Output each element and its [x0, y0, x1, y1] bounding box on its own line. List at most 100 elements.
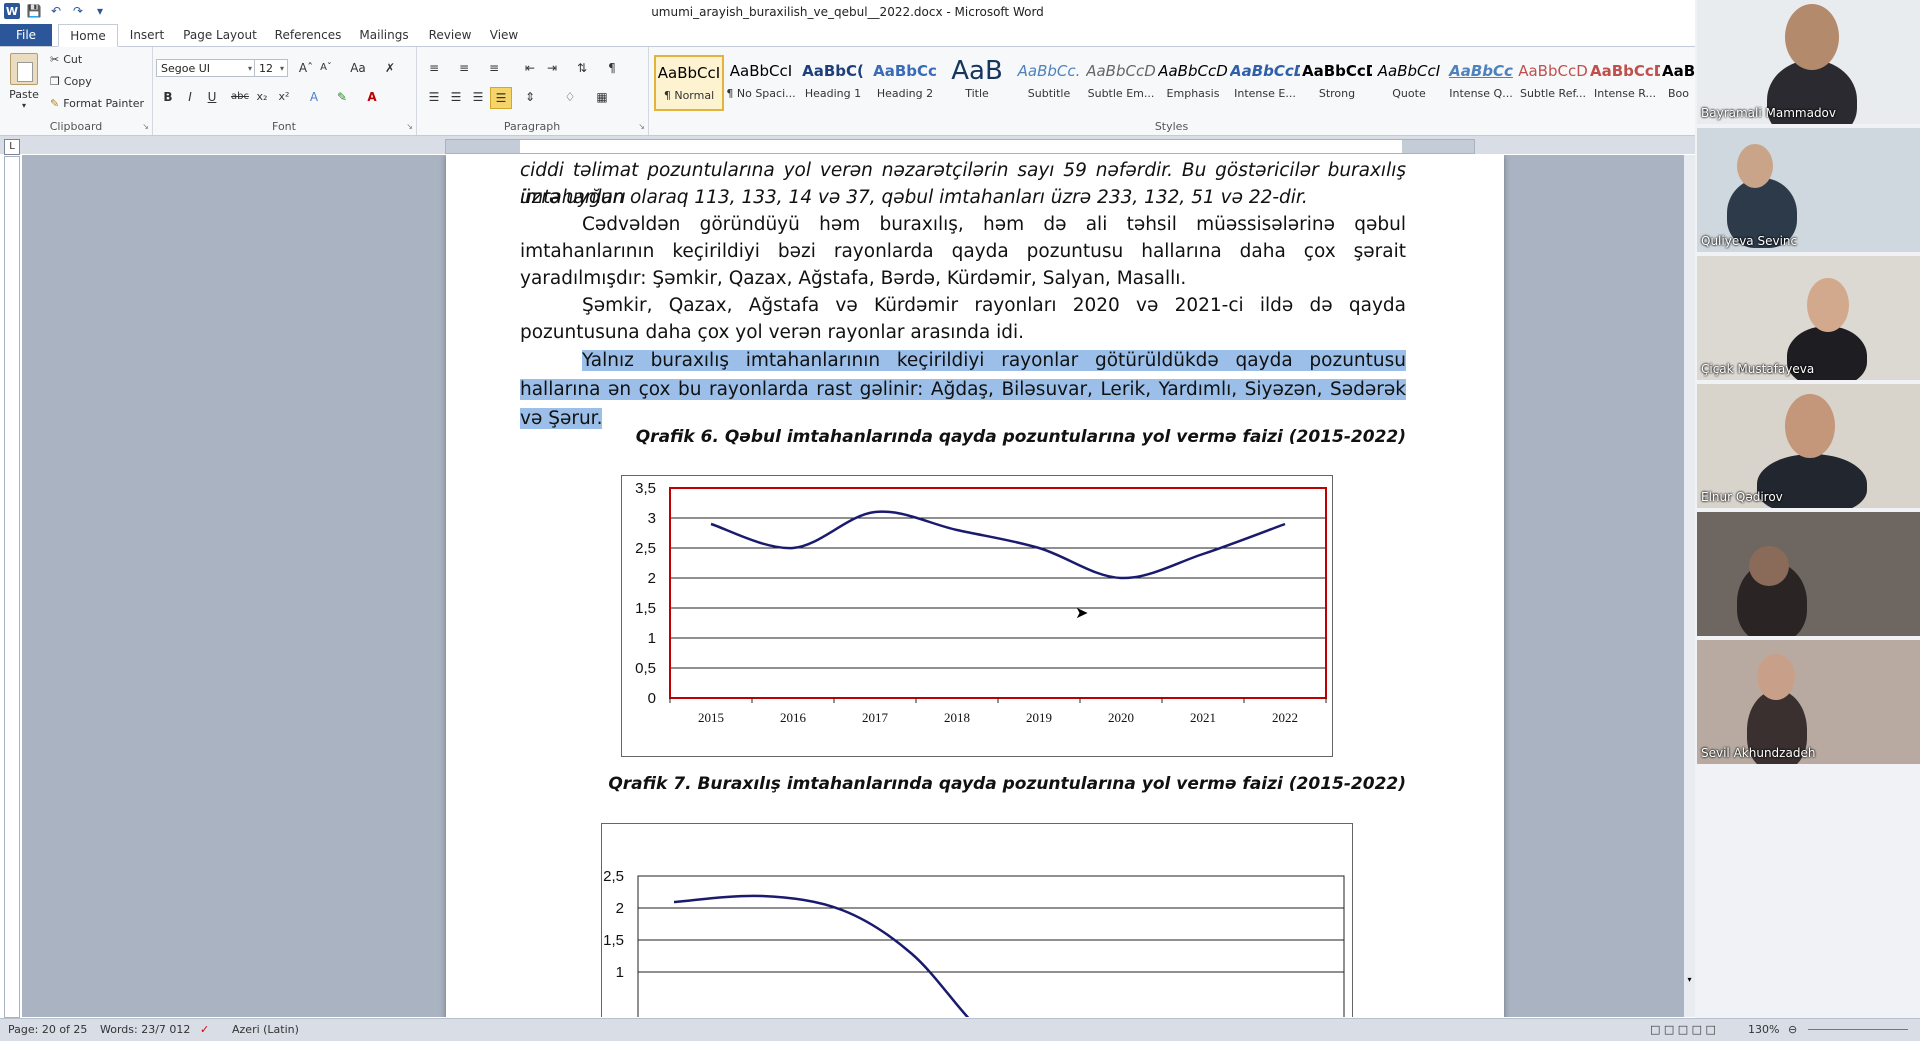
tab-review[interactable]: Review	[424, 24, 476, 46]
increase-indent-icon[interactable]: ⇥	[542, 58, 562, 78]
style-heading-1[interactable]: AaBbC(Heading 1	[798, 55, 868, 111]
multilevel-list-icon[interactable]: ≡	[484, 58, 504, 78]
dialog-launcher-icon[interactable]: ↘	[638, 122, 645, 131]
style-sample: AaBbC(	[798, 55, 868, 87]
show-formatting-icon[interactable]: ¶	[602, 58, 622, 78]
underline-icon[interactable]: U	[202, 87, 222, 107]
style-subtitle[interactable]: AaBbCc.Subtitle	[1014, 55, 1084, 111]
style-sample: AaBbCc	[1446, 55, 1516, 87]
align-left-icon[interactable]: ☰	[424, 87, 444, 107]
vertical-ruler[interactable]	[4, 156, 20, 1018]
language-indicator[interactable]: Azeri (Latin)	[232, 1023, 299, 1036]
style-subtle-emphasis[interactable]: AaBbCcDSubtle Em...	[1086, 55, 1156, 111]
participant-tile[interactable]: Elnur Qədirov	[1697, 384, 1920, 508]
shrink-font-icon[interactable]: Aˇ	[316, 58, 336, 78]
style-intense-quote[interactable]: AaBbCcIntense Q...	[1446, 55, 1516, 111]
clear-formatting-icon[interactable]: ✗	[380, 58, 400, 78]
paragraph-selected[interactable]: Yalnız buraxılış imtahanlarının keçirild…	[520, 346, 1406, 433]
text-effects-icon[interactable]: A	[304, 87, 324, 107]
style-intense-reference[interactable]: AaBbCcDIntense R...	[1590, 55, 1660, 111]
numbering-icon[interactable]: ≡	[454, 58, 474, 78]
format-painter-button[interactable]: ✎Format Painter	[50, 97, 144, 110]
italic-icon[interactable]: I	[180, 87, 200, 107]
document-page[interactable]: ciddi təlimat pozuntularına yol verən nə…	[446, 155, 1504, 1017]
borders-icon[interactable]: ▦	[592, 87, 612, 107]
sort-icon[interactable]: ⇅	[572, 58, 592, 78]
selected-text[interactable]: Yalnız buraxılış imtahanlarının keçirild…	[520, 350, 1406, 429]
chevron-down-icon: ▾	[280, 60, 284, 78]
zoom-out-icon[interactable]: ⊖	[1788, 1023, 1797, 1036]
style-normal[interactable]: AaBbCcI¶ Normal	[654, 55, 724, 111]
style-title[interactable]: AaBTitle	[942, 55, 1012, 111]
bold-icon[interactable]: B	[158, 87, 178, 107]
change-case-icon[interactable]: Aa	[348, 58, 368, 78]
zoom-level[interactable]: 130%	[1748, 1023, 1779, 1036]
bullets-icon[interactable]: ≡	[424, 58, 444, 78]
tab-mailings[interactable]: Mailings	[352, 24, 416, 46]
tab-references[interactable]: References	[268, 24, 348, 46]
shading-icon[interactable]: ♢	[560, 87, 580, 107]
cut-button[interactable]: ✂Cut	[50, 53, 82, 66]
decrease-indent-icon[interactable]: ⇤	[520, 58, 540, 78]
copy-button[interactable]: ❐Copy	[50, 75, 92, 88]
style-book-title[interactable]: AaBBoo	[1662, 55, 1695, 111]
paste-icon	[10, 53, 38, 85]
scroll-down-icon[interactable]: ▾	[1684, 975, 1695, 985]
paragraph[interactable]: Cədvəldən göründüyü həm buraxılış, həm d…	[520, 211, 1406, 292]
proofing-icon[interactable]: ✓	[200, 1023, 209, 1036]
line-spacing-icon[interactable]: ⇕	[520, 87, 540, 107]
tab-insert[interactable]: Insert	[122, 24, 172, 46]
participant-tile[interactable]: Bayramali Mammadov	[1697, 0, 1920, 124]
superscript-icon[interactable]: x²	[274, 87, 294, 107]
style-name: Intense Q...	[1446, 87, 1516, 100]
font-name-select[interactable]: Segoe UI▾	[156, 59, 256, 77]
style-no-spacing[interactable]: AaBbCcI¶ No Spaci...	[726, 55, 796, 111]
subscript-icon[interactable]: x₂	[252, 87, 272, 107]
style-sample: AaBbCcI	[726, 55, 796, 87]
paragraph[interactable]: Şəmkir, Qazax, Ağstafa və Kürdəmir rayon…	[520, 292, 1406, 346]
vertical-scrollbar[interactable]: ▾	[1684, 155, 1695, 1017]
style-intense-emphasis[interactable]: AaBbCcDIntense E...	[1230, 55, 1300, 111]
tab-view[interactable]: View	[482, 24, 526, 46]
font-color-icon[interactable]: A	[362, 87, 382, 107]
tab-home[interactable]: Home	[58, 24, 118, 47]
chart-6-y-tick-label: 0	[648, 690, 656, 707]
dialog-launcher-icon[interactable]: ↘	[406, 122, 413, 131]
document-canvas[interactable]: ciddi təlimat pozuntularına yol verən nə…	[22, 155, 1695, 1017]
style-sample: AaB	[942, 55, 1012, 87]
page-count[interactable]: Page: 20 of 25	[8, 1023, 87, 1036]
chart-7[interactable]: 2,521,51	[601, 823, 1353, 1017]
tab-page-layout[interactable]: Page Layout	[180, 24, 260, 46]
participant-tile[interactable]: Sevil Akhundzadeh	[1697, 640, 1920, 764]
highlight-icon[interactable]: ✎	[332, 87, 352, 107]
style-subtle-reference[interactable]: AaBbCcDSubtle Ref...	[1518, 55, 1588, 111]
view-buttons[interactable]: □ □ □ □ □	[1650, 1023, 1716, 1036]
word-count[interactable]: Words: 23/7 012	[100, 1023, 190, 1036]
chart-7-series-line	[674, 896, 1022, 1017]
participant-tile[interactable]: Çiçak Mustafayeva	[1697, 256, 1920, 380]
chart-6[interactable]: 00,511,522,533,5201520162017201820192020…	[621, 475, 1333, 757]
participant-tile[interactable]: Quliyeva Sevinc	[1697, 128, 1920, 252]
align-right-icon[interactable]: ☰	[468, 87, 488, 107]
align-center-icon[interactable]: ☰	[446, 87, 466, 107]
style-name: Subtle Em...	[1086, 87, 1156, 100]
grow-font-icon[interactable]: Aˆ	[296, 58, 316, 78]
ruler-left-margin	[446, 140, 520, 153]
participant-tile[interactable]	[1697, 512, 1920, 636]
style-strong[interactable]: AaBbCcDStrong	[1302, 55, 1372, 111]
style-emphasis[interactable]: AaBbCcDEmphasis	[1158, 55, 1228, 111]
strikethrough-icon[interactable]: abc	[230, 87, 250, 107]
zoom-slider[interactable]	[1808, 1029, 1908, 1030]
video-participants-panel: Bayramali Mammadov Quliyeva Sevinc Çiçak…	[1695, 0, 1920, 1018]
text-line[interactable]: üzrə uyğun olaraq 113, 133, 14 və 37, qə…	[520, 184, 1406, 211]
paste-button[interactable]: Paste ▾	[6, 53, 42, 110]
style-quote[interactable]: AaBbCcIQuote	[1374, 55, 1444, 111]
participant-head	[1737, 144, 1773, 188]
style-heading-2[interactable]: AaBbCcHeading 2	[870, 55, 940, 111]
dialog-launcher-icon[interactable]: ↘	[142, 122, 149, 131]
justify-icon[interactable]: ☰	[490, 87, 512, 109]
tab-file[interactable]: File	[0, 24, 52, 46]
tab-selector-icon[interactable]: L	[4, 139, 20, 155]
horizontal-ruler[interactable]	[445, 139, 1475, 154]
font-size-select[interactable]: 12▾	[254, 59, 288, 77]
